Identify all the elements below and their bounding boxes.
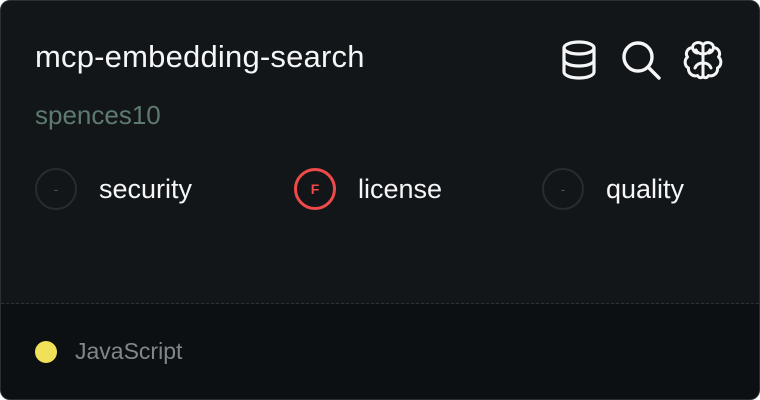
card-footer: JavaScript	[1, 304, 759, 399]
score-metrics: - security F license - quality	[35, 165, 735, 213]
license-grade-badge: F	[294, 168, 336, 210]
repo-card[interactable]: mcp-embedding-search spences10 - securit…	[0, 0, 760, 400]
security-label: security	[99, 173, 193, 204]
quality-grade-badge: -	[542, 168, 584, 210]
security-grade-badge: -	[35, 168, 77, 210]
language-indicator: JavaScript	[35, 338, 182, 365]
metric-quality[interactable]: - quality	[542, 165, 684, 213]
language-name: JavaScript	[75, 338, 183, 364]
capability-icons	[557, 38, 725, 82]
brain-icon	[683, 41, 723, 80]
repo-owner[interactable]: spences10	[35, 100, 161, 131]
language-color-dot	[35, 340, 57, 363]
metric-license[interactable]: F license	[294, 165, 442, 213]
repo-name[interactable]: mcp-embedding-search	[35, 39, 365, 75]
metric-security[interactable]: - security	[35, 165, 192, 213]
database-icon	[562, 40, 596, 80]
search-icon	[622, 41, 661, 80]
quality-label: quality	[606, 173, 685, 204]
license-label: license	[358, 173, 443, 204]
